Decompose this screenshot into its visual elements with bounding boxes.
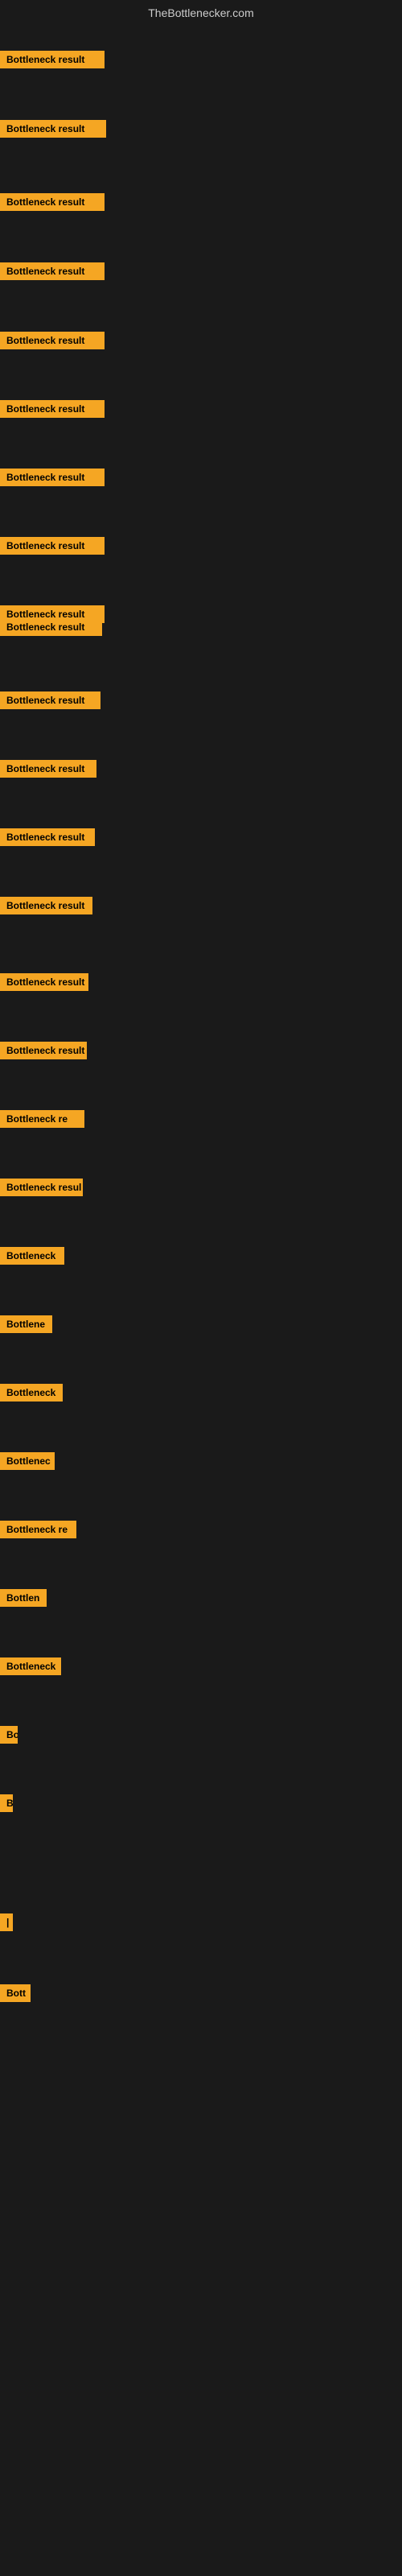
bottleneck-badge[interactable]: Bottlenec (0, 1452, 55, 1470)
bottleneck-badge[interactable]: B (0, 1794, 13, 1812)
bottleneck-badge[interactable]: Bottleneck result (0, 1042, 87, 1059)
bottleneck-badge[interactable]: Bottleneck result (0, 537, 105, 555)
bottleneck-badge[interactable]: Bottleneck (0, 1384, 63, 1402)
header: TheBottlenecker.com (0, 0, 402, 26)
bottleneck-badge[interactable]: Bo (0, 1726, 18, 1744)
bottleneck-badge[interactable]: Bottleneck result (0, 897, 92, 914)
bottleneck-badge[interactable]: Bottleneck result (0, 51, 105, 68)
bottleneck-badge[interactable]: Bottleneck resul (0, 1179, 83, 1196)
bottleneck-badge[interactable]: Bottleneck re (0, 1521, 76, 1538)
bottleneck-badge[interactable]: Bottleneck result (0, 618, 102, 636)
bottleneck-badge[interactable]: Bottleneck result (0, 469, 105, 486)
bottleneck-badge[interactable]: Bottleneck result (0, 262, 105, 280)
bottleneck-badge[interactable]: Bottleneck result (0, 193, 105, 211)
bottleneck-badge[interactable]: Bottleneck re (0, 1110, 84, 1128)
bottleneck-badge[interactable]: Bottleneck result (0, 973, 88, 991)
bottleneck-badge[interactable]: Bottlene (0, 1315, 52, 1333)
bottleneck-badge[interactable]: Bott (0, 1984, 31, 2002)
bottleneck-badge[interactable]: Bottleneck (0, 1247, 64, 1265)
bottleneck-badge[interactable]: Bottleneck result (0, 332, 105, 349)
bottleneck-badge[interactable]: Bottlen (0, 1589, 47, 1607)
bottleneck-badge[interactable]: Bottleneck result (0, 828, 95, 846)
bottleneck-badge[interactable]: Bottleneck result (0, 120, 106, 138)
bottleneck-badge[interactable]: Bottleneck result (0, 691, 100, 709)
bottleneck-badge[interactable]: Bottleneck result (0, 760, 96, 778)
site-title: TheBottlenecker.com (148, 6, 254, 19)
bottleneck-badge[interactable]: | (0, 1913, 13, 1931)
bottleneck-badge[interactable]: Bottleneck result (0, 400, 105, 418)
bottleneck-badge[interactable]: Bottleneck (0, 1657, 61, 1675)
